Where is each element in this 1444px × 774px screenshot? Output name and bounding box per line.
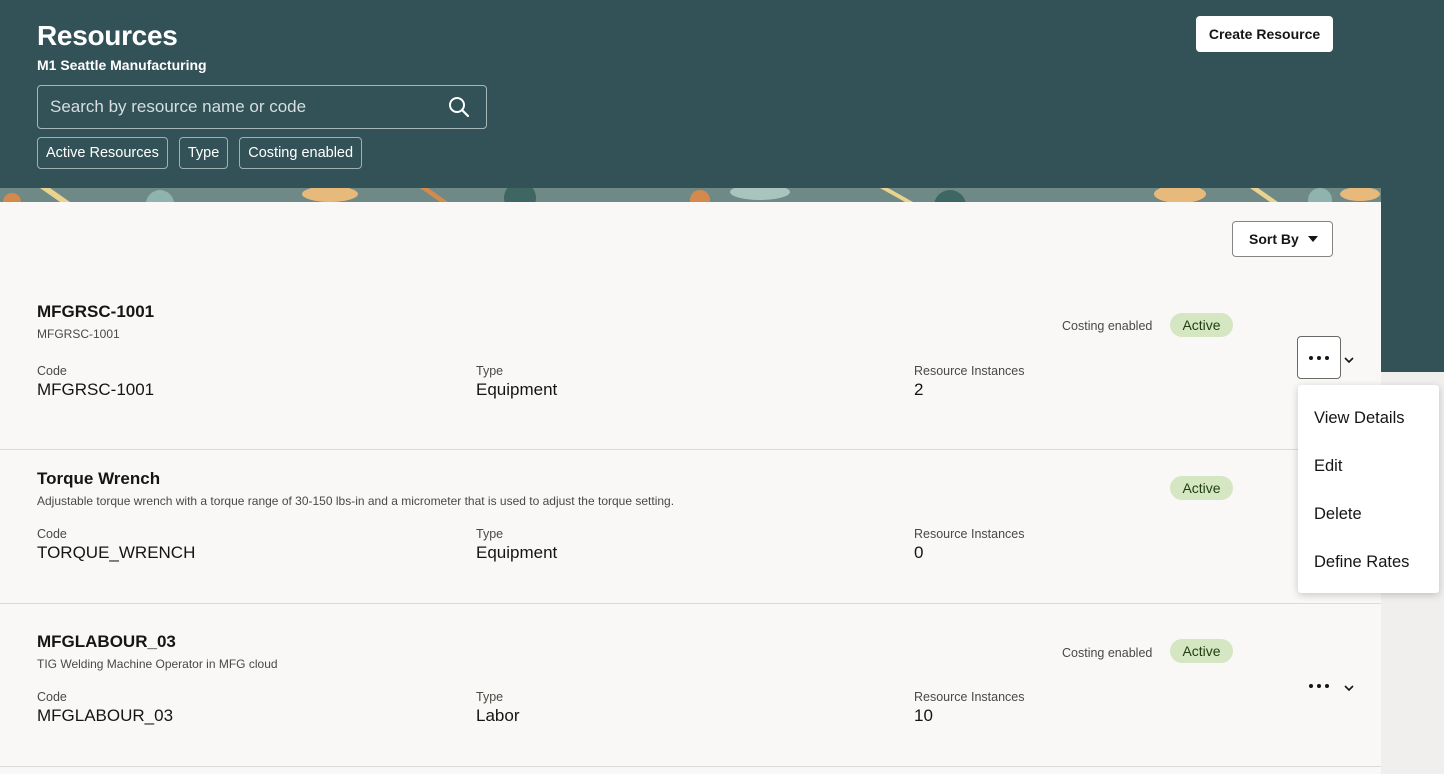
code-value: TORQUE_WRENCH (37, 543, 196, 562)
page-subtitle: M1 Seattle Manufacturing (37, 57, 207, 73)
code-value: MFGLABOUR_03 (37, 706, 174, 725)
resource-description: MFGRSC-1001 (37, 327, 120, 341)
code-label: Code (37, 527, 67, 541)
instances-label: Resource Instances (914, 690, 1025, 704)
type-label: Type (476, 527, 504, 541)
filter-chip-active-resources[interactable]: Active Resources (37, 137, 168, 169)
type-label: Type (476, 364, 504, 378)
menu-item-define-rates[interactable]: Define Rates (1314, 553, 1409, 572)
page-title: Resources (37, 20, 178, 51)
menu-item-edit[interactable]: Edit (1314, 457, 1342, 476)
type-label: Type (476, 690, 504, 704)
instances-value: 2 (914, 380, 924, 399)
filter-chip-costing-enabled[interactable]: Costing enabled (239, 137, 363, 169)
caret-down-icon (1307, 236, 1318, 242)
sort-by-button[interactable]: Sort By (1232, 221, 1333, 257)
more-actions-button[interactable] (1297, 664, 1341, 707)
menu-item-view-details[interactable]: View Details (1314, 409, 1404, 428)
code-label: Code (37, 364, 67, 378)
resource-description: Adjustable torque wrench with a torque r… (37, 494, 675, 508)
status-badge: Active (1170, 313, 1233, 337)
more-actions-icon (1309, 355, 1313, 360)
code-value: MFGRSC-1001 (37, 380, 155, 399)
costing-label: Costing enabled (1062, 319, 1153, 333)
resource-name: MFGRSC-1001 (37, 302, 155, 321)
menu-item-delete[interactable]: Delete (1314, 505, 1362, 524)
search-input[interactable] (50, 86, 440, 128)
resource-list-panel: Sort By MFGRSC-1001 MFGRSC-1001 Costing … (0, 202, 1381, 774)
search-field[interactable] (37, 85, 487, 129)
costing-label: Costing enabled (1062, 646, 1153, 660)
instances-value: 10 (914, 706, 933, 725)
filter-chips: Active Resources Type Costing enabled (37, 137, 363, 169)
list-item[interactable]: MFGLABOUR_03 TIG Welding Machine Operato… (0, 604, 1381, 767)
chevron-down-icon[interactable] (1343, 684, 1355, 692)
more-actions-icon (1309, 683, 1313, 688)
resource-name: MFGLABOUR_03 (37, 632, 176, 651)
status-badge: Active (1170, 639, 1233, 663)
more-actions-button[interactable] (1297, 336, 1341, 379)
type-value: Labor (476, 706, 520, 725)
instances-label: Resource Instances (914, 364, 1025, 378)
status-badge: Active (1170, 476, 1233, 500)
type-value: Equipment (476, 380, 558, 399)
list-item[interactable]: MFGRSC-1001 MFGRSC-1001 Costing enabled … (0, 287, 1381, 450)
list-item[interactable]: Torque Wrench Adjustable torque wrench w… (0, 441, 1381, 604)
create-resource-button[interactable]: Create Resource (1196, 16, 1333, 52)
search-icon[interactable] (448, 96, 470, 118)
actions-menu: View Details Edit Delete Define Rates (1298, 385, 1439, 593)
sort-by-label: Sort By (1249, 231, 1299, 247)
instances-value: 0 (914, 543, 924, 562)
filter-chip-type[interactable]: Type (178, 137, 229, 169)
resource-name: Torque Wrench (37, 469, 161, 488)
instances-label: Resource Instances (914, 527, 1025, 541)
type-value: Equipment (476, 543, 558, 562)
decorative-pattern-band (0, 188, 1381, 202)
code-label: Code (37, 690, 67, 704)
resource-description: TIG Welding Machine Operator in MFG clou… (37, 657, 278, 671)
chevron-down-icon[interactable] (1343, 356, 1355, 364)
